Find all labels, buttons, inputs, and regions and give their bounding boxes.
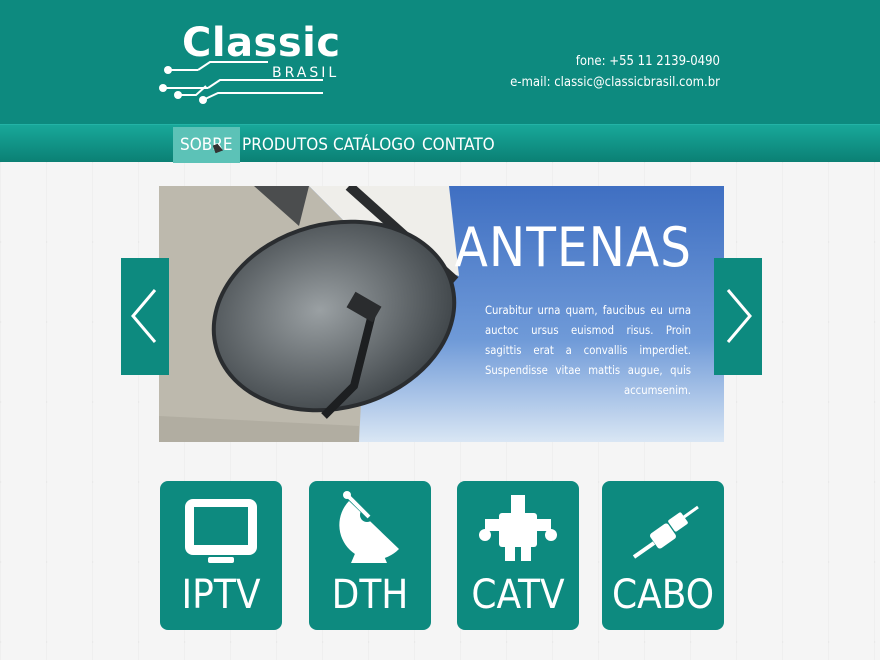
nav-sobre[interactable]: SOBRE bbox=[173, 127, 240, 163]
service-label: DTH bbox=[331, 572, 409, 618]
tv-icon bbox=[185, 499, 257, 563]
nav-contato[interactable]: CONTATO bbox=[422, 127, 495, 163]
service-card-cabo[interactable]: CABO bbox=[602, 481, 724, 630]
service-card-iptv[interactable]: IPTV bbox=[160, 481, 282, 630]
cable-icon bbox=[632, 505, 699, 559]
hero-slider[interactable]: ANTENAS Curabitur urna quam, faucibus eu… bbox=[159, 186, 724, 442]
slide-description: Curabitur urna quam, faucibus eu urna au… bbox=[485, 304, 691, 397]
contact-email[interactable]: e-mail: classic@classicbrasil.com.br bbox=[510, 72, 720, 93]
logo[interactable]: Classic BRASIL bbox=[158, 20, 340, 110]
contact-info: fone: +55 11 2139-0490 e-mail: classic@c… bbox=[510, 51, 720, 93]
nav-produtos[interactable]: PRODUTOS bbox=[242, 127, 328, 163]
chevron-left-icon bbox=[131, 289, 157, 343]
contact-phone: fone: +55 11 2139-0490 bbox=[575, 54, 720, 69]
service-label: CATV bbox=[471, 572, 565, 618]
slider-next-button[interactable] bbox=[714, 258, 762, 375]
service-card-catv[interactable]: CATV bbox=[457, 481, 579, 630]
header: Classic BRASIL fone: +55 11 2139-0490 e-… bbox=[0, 0, 880, 124]
nav-catalogo[interactable]: CATÁLOGO bbox=[333, 127, 415, 163]
splitter-icon bbox=[479, 495, 557, 561]
service-card-dth[interactable]: DTH bbox=[309, 481, 431, 630]
slider-prev-button[interactable] bbox=[121, 258, 169, 375]
service-label: CABO bbox=[611, 572, 715, 618]
main-nav: SOBRE PRODUTOS CATÁLOGO CONTATO bbox=[0, 124, 880, 163]
circuit-icon bbox=[159, 61, 323, 104]
chevron-right-icon bbox=[726, 289, 752, 343]
satellite-dish-icon bbox=[339, 491, 399, 563]
service-label: IPTV bbox=[181, 572, 261, 618]
slide-title: ANTENAS bbox=[454, 216, 692, 279]
